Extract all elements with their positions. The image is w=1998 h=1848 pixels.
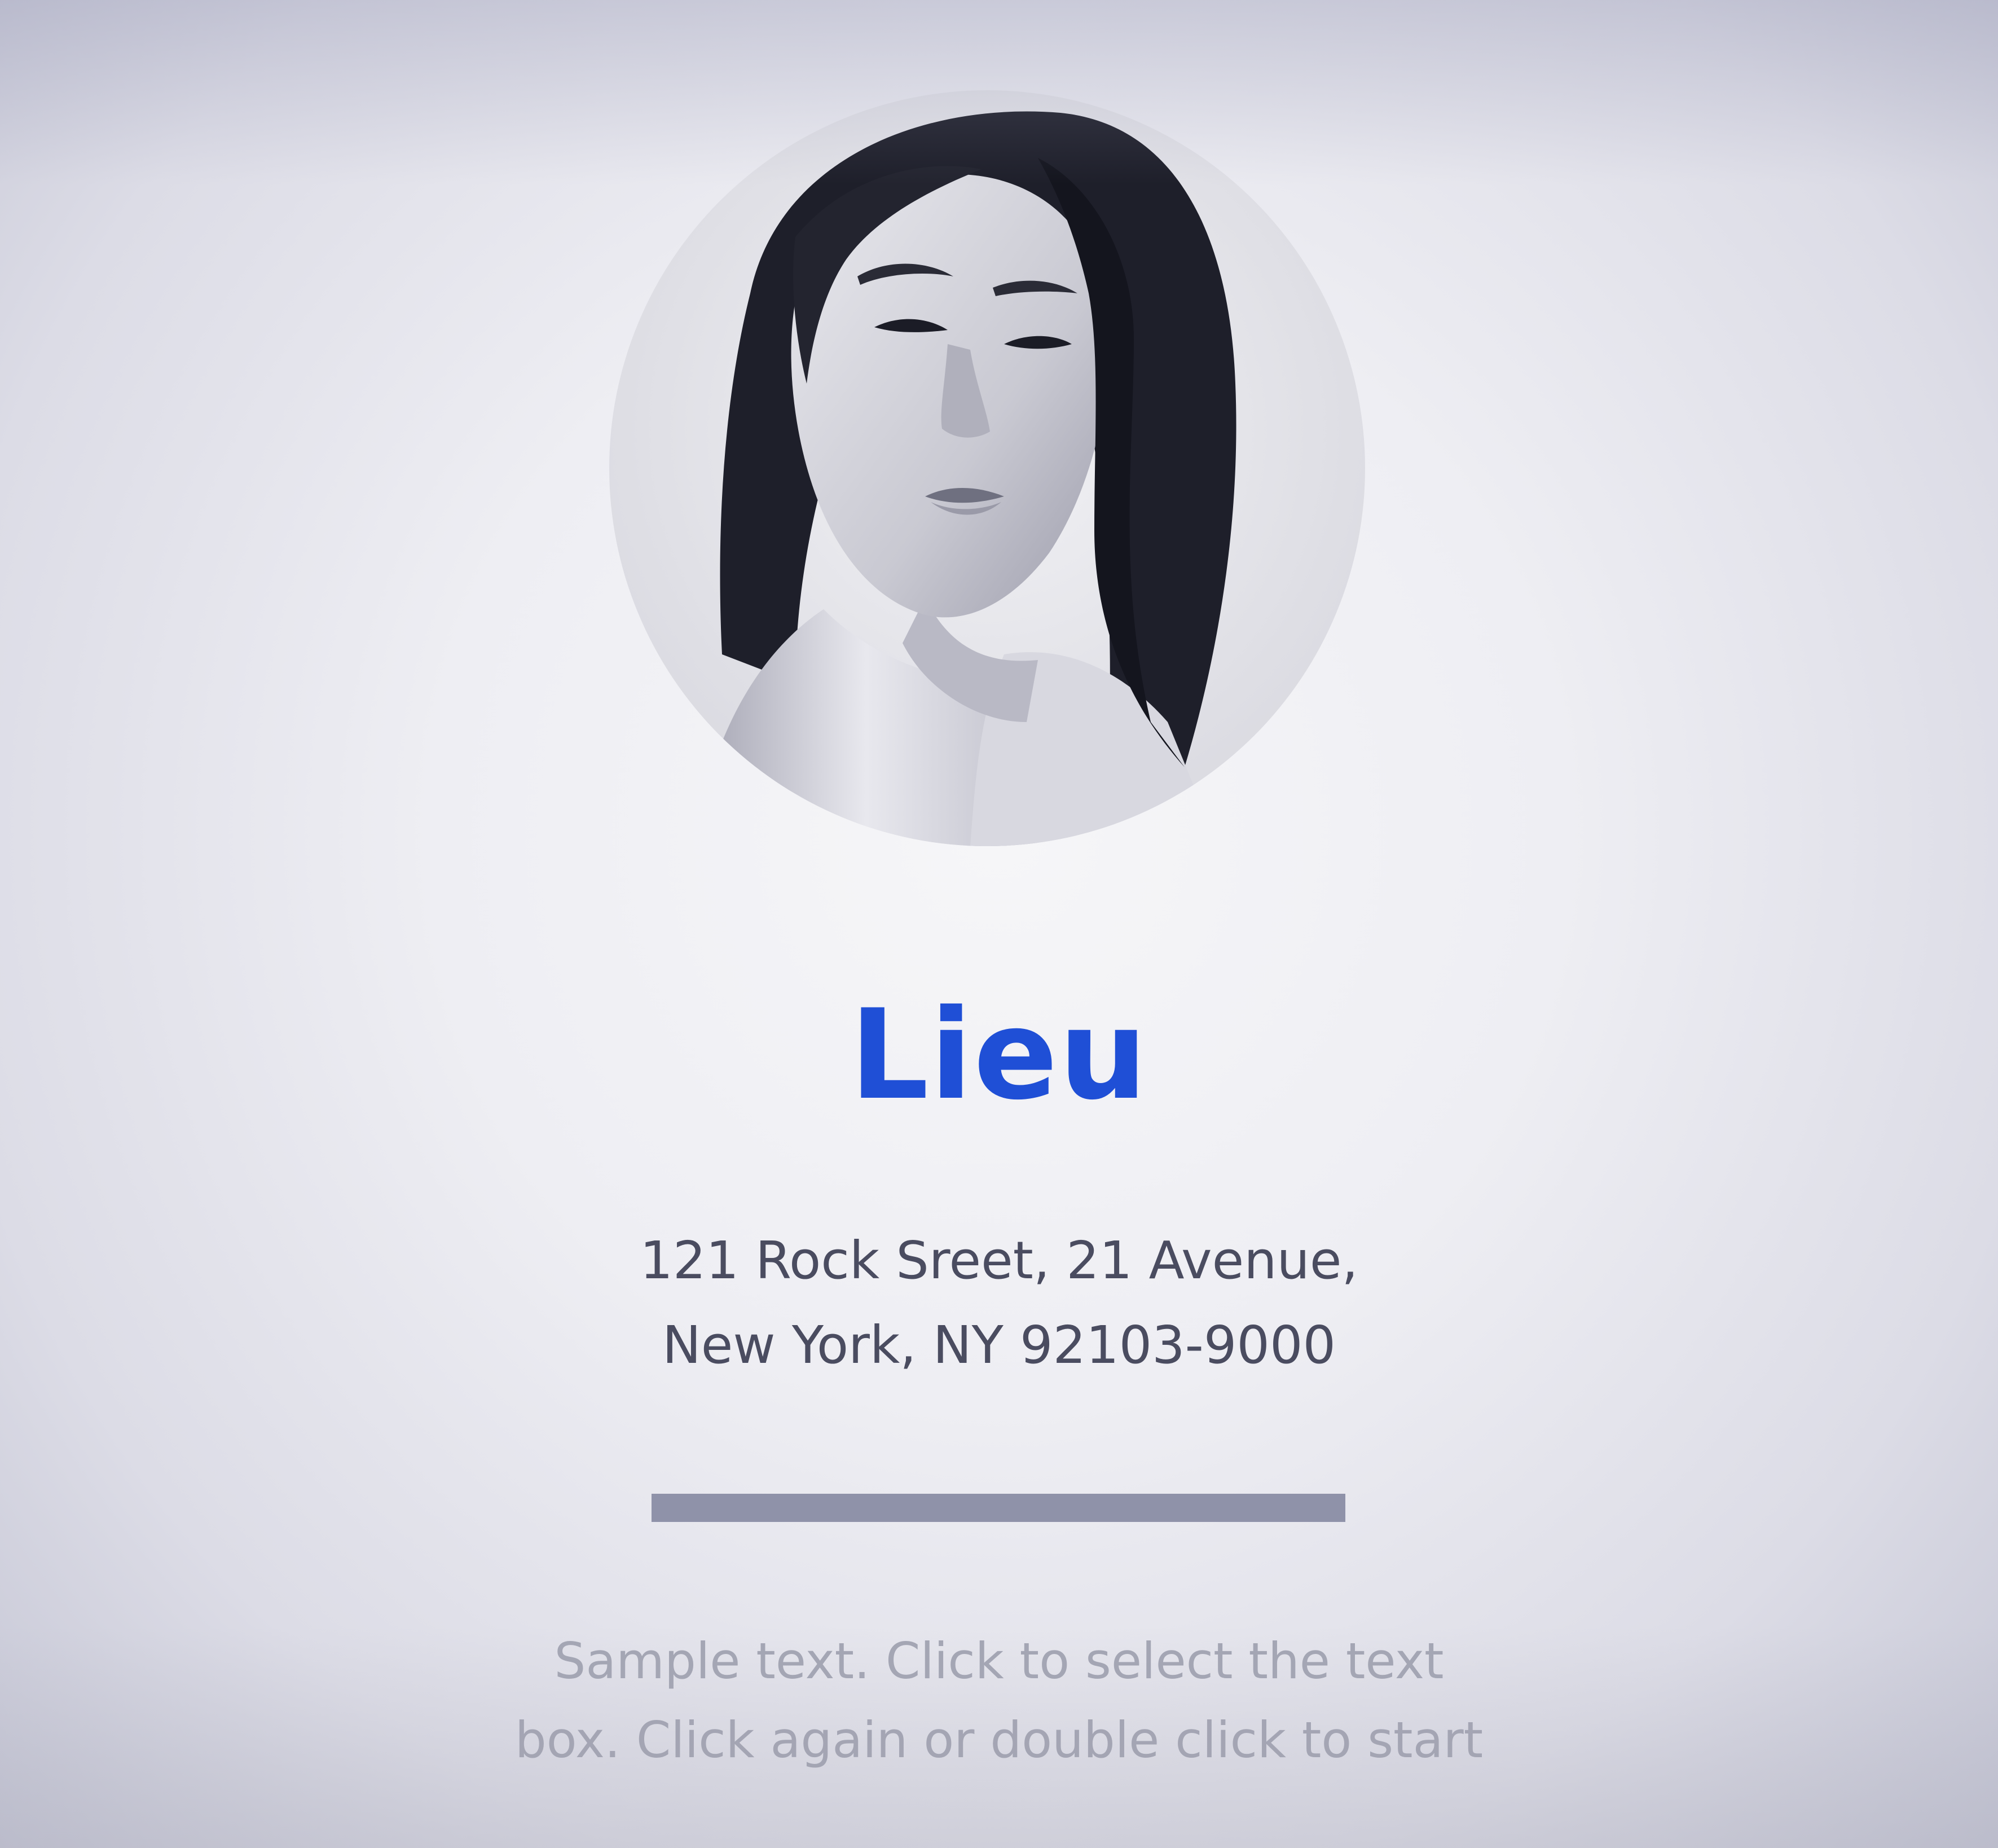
portrait-image	[609, 90, 1365, 846]
sample-text-line-2[interactable]: box. Click again or double click to star…	[0, 1709, 1998, 1771]
sample-text-line-1[interactable]: Sample text. Click to select the text	[0, 1630, 1998, 1692]
divider-bar	[652, 1494, 1345, 1522]
address-line-1[interactable]: 121 Rock Sreet, 21 Avenue,	[0, 1230, 1998, 1292]
profile-photo[interactable]	[609, 90, 1365, 846]
address-line-2[interactable]: New York, NY 92103-9000	[0, 1314, 1998, 1376]
profile-name[interactable]: Lieu	[0, 982, 1998, 1128]
profile-card: Lieu 121 Rock Sreet, 21 Avenue, New York…	[0, 0, 1998, 1848]
